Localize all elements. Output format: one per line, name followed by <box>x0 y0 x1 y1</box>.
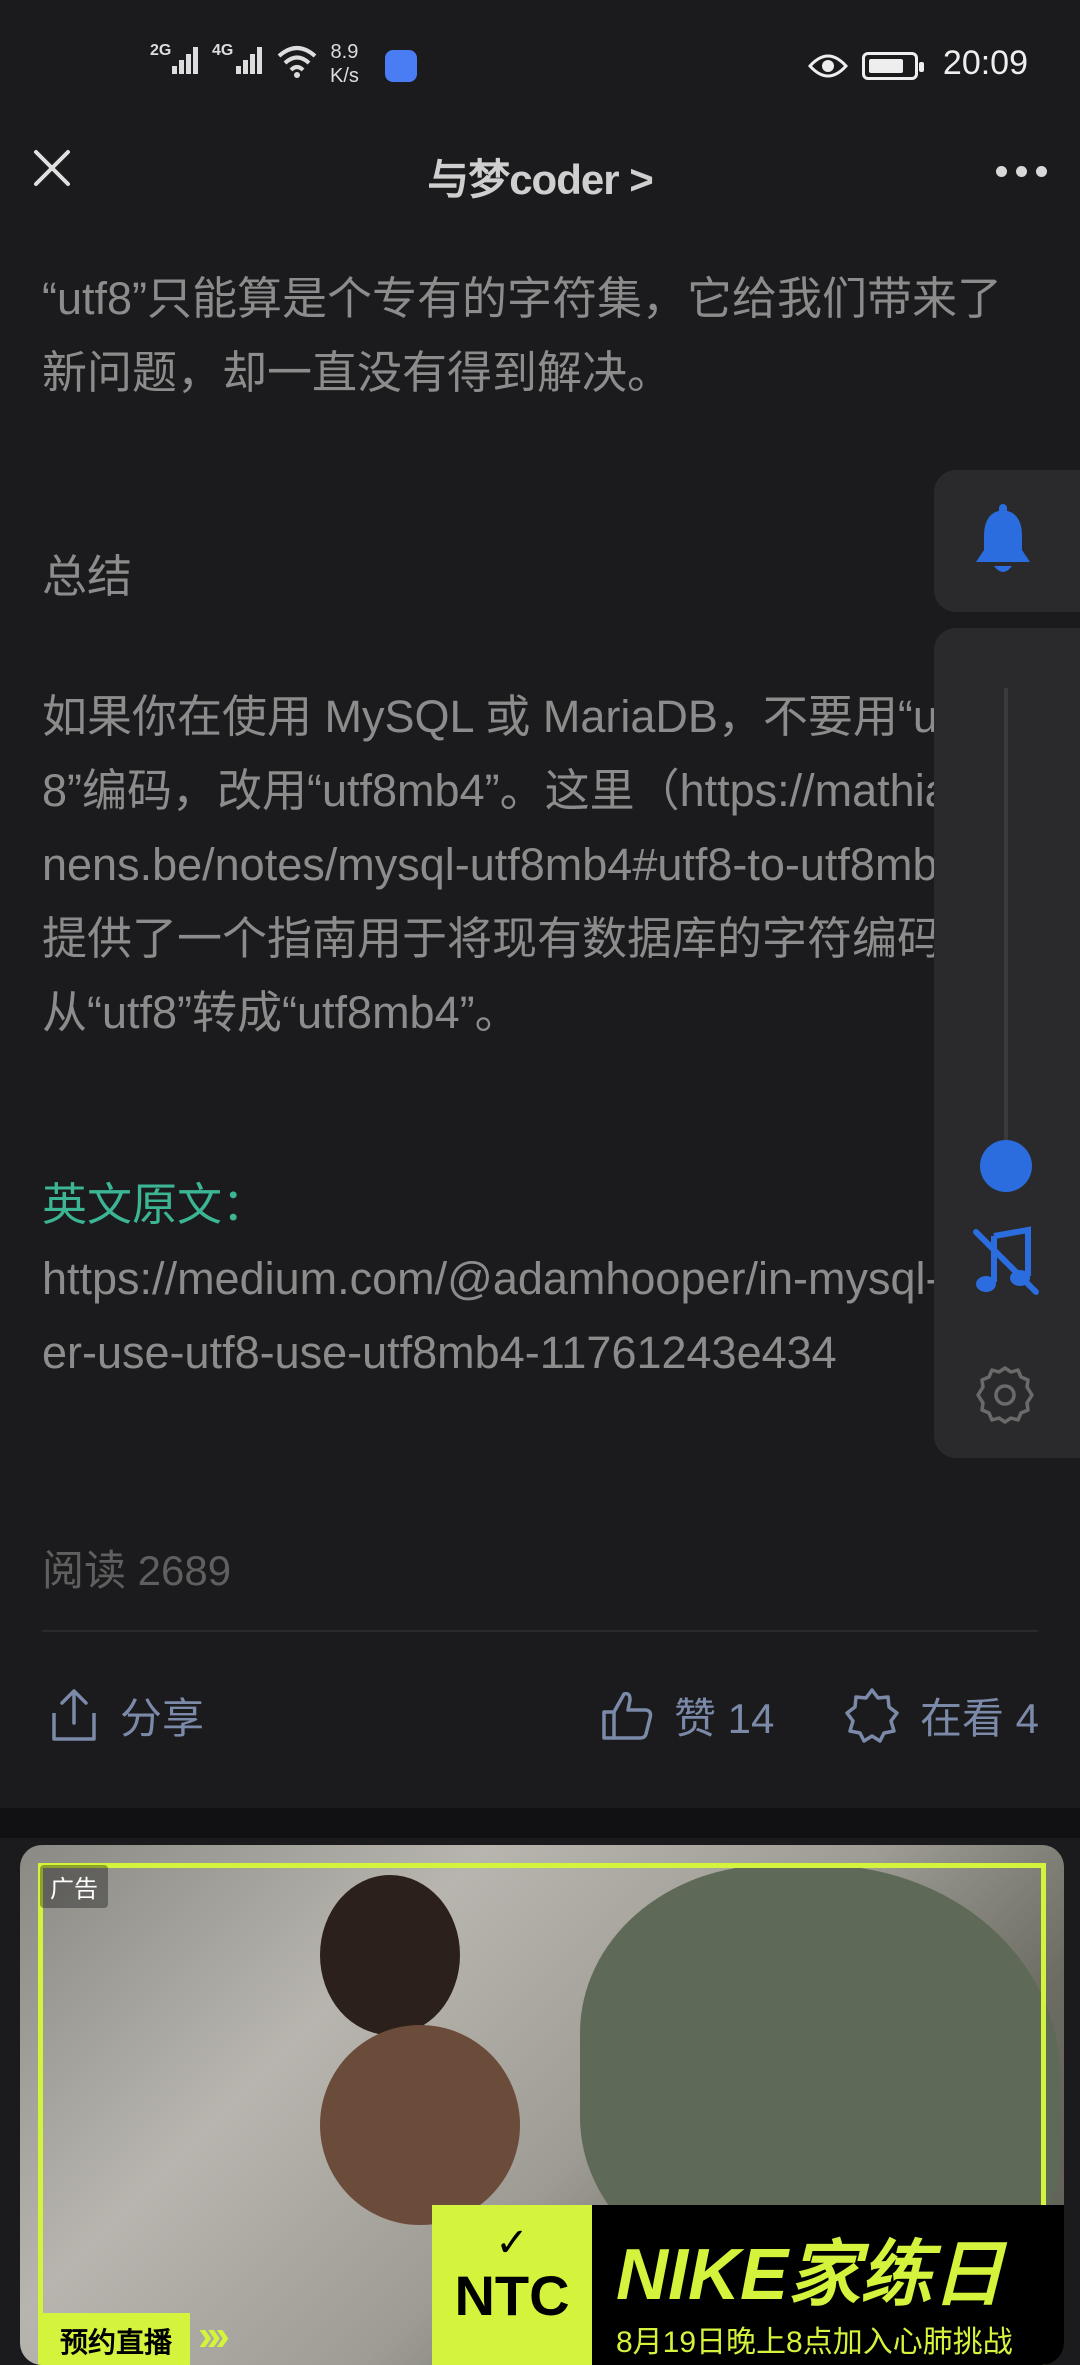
more-icon[interactable] <box>996 166 1048 178</box>
volume-knob[interactable] <box>980 1140 1032 1192</box>
ntc-logo: ✓ NTC <box>432 2205 592 2365</box>
volume-track[interactable] <box>1004 688 1008 1166</box>
network-speed: 8.9 K/s <box>330 40 359 88</box>
ad-headline: NIKE家练日 <box>616 2235 1005 2315</box>
wifi-icon <box>277 46 317 78</box>
share-icon <box>52 1689 96 1741</box>
speed-unit: K/s <box>330 65 359 87</box>
signal-icon <box>172 44 202 74</box>
eye-icon <box>808 54 848 78</box>
source-block: 英文原文： https://medium.com/@adamhooper/in-… <box>42 1168 1022 1390</box>
ntc-label: NTC <box>454 2264 570 2327</box>
live-reserve-button[interactable]: 预约直播 <box>42 2313 191 2365</box>
ad-subline: 8月19日晚上8点加入心肺挑战 <box>616 2326 1013 2359</box>
speed-value: 8.9 <box>330 41 359 63</box>
like-button[interactable]: 赞 14 <box>600 1680 774 1750</box>
gear-icon[interactable] <box>974 1364 1036 1426</box>
share-label: 分享 <box>120 1694 205 1742</box>
article-actions: 分享 赞 14 在看 4 <box>0 1680 1080 1750</box>
music-off-icon[interactable] <box>970 1226 1042 1298</box>
read-count: 阅读 2689 <box>42 1547 232 1594</box>
wow-label: 在看 4 <box>920 1694 1040 1742</box>
sim2-label: 4G <box>212 42 234 59</box>
thumb-up-icon <box>602 1691 653 1740</box>
ad-headline-box: NIKE家练日 8月19日晚上8点加入心肺挑战 <box>592 2205 1064 2365</box>
source-label: 英文原文： <box>42 1179 268 1230</box>
section-separator <box>0 1808 1080 1838</box>
status-bar: 2G 4G 8.9 K/s 20:09 <box>0 0 1080 130</box>
swoosh-icon: ✓ <box>495 2221 529 2265</box>
account-title[interactable]: 与梦coder > <box>0 146 1080 207</box>
sim1-label: 2G <box>150 42 172 59</box>
wow-icon <box>845 1688 899 1743</box>
source-url: https://medium.com/@adamhooper/in-mysql-… <box>42 1253 1014 1378</box>
ad-banner[interactable]: 广告 ✓ NTC NIKE家练日 8月19日晚上8点加入心肺挑战 预约直播 ››… <box>20 1845 1064 2365</box>
clock: 20:09 <box>942 44 1028 82</box>
section-title: 总结 <box>42 551 133 602</box>
music-app-icon <box>385 50 417 82</box>
battery-icon <box>862 52 924 80</box>
arrows-icon: ››› <box>198 2311 230 2360</box>
bell-icon <box>976 504 1030 572</box>
article-paragraph: 如果你在使用 MySQL 或 MariaDB，不要用“utf8”编码，改用“ut… <box>42 691 1020 1038</box>
signal-icon <box>236 44 266 74</box>
divider <box>42 1630 1038 1632</box>
top-bar: 与梦coder > <box>0 130 1080 210</box>
ad-tag: 广告 <box>40 1865 108 1908</box>
article-paragraph: “utf8”只能算是个专有的字符集，它给我们带来了新问题，却一直没有得到解决。 <box>42 273 1003 398</box>
share-button[interactable]: 分享 <box>48 1680 204 1750</box>
like-label: 赞 14 <box>674 1694 775 1742</box>
subscribe-panel[interactable] <box>934 470 1080 612</box>
wow-button[interactable]: 在看 4 <box>844 1680 1039 1750</box>
